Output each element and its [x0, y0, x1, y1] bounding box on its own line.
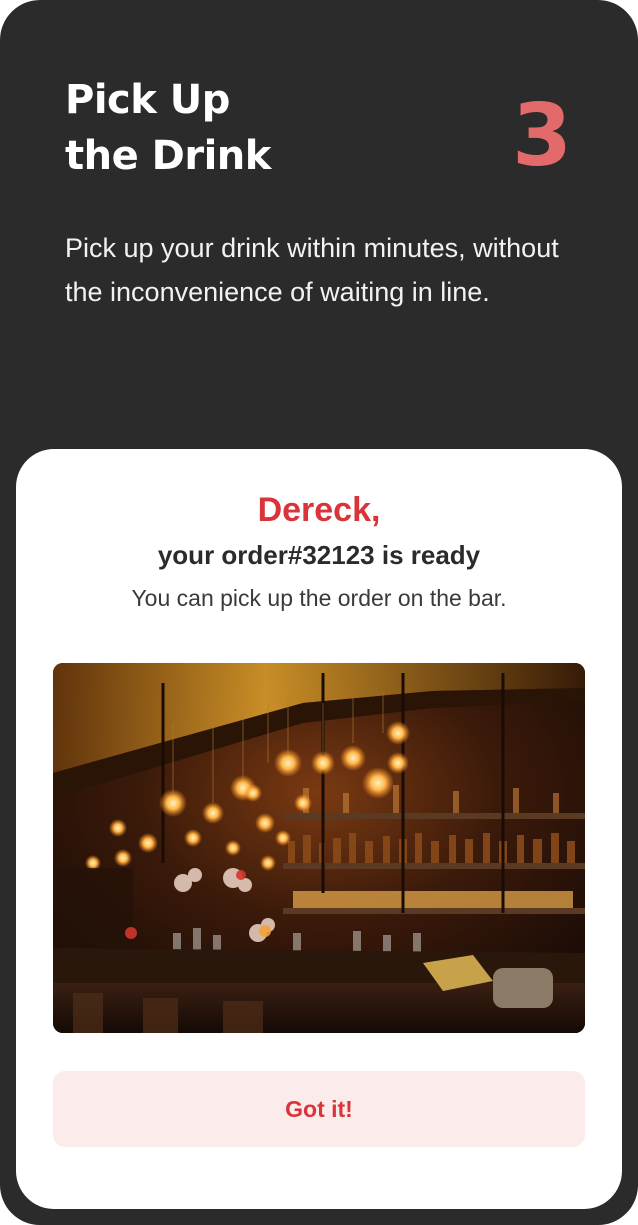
- bar-photo: [53, 663, 585, 1033]
- step-number: 3: [512, 86, 572, 186]
- onboarding-screen: Pick Up the Drink 3 Pick up your drink w…: [0, 0, 638, 1225]
- got-it-button[interactable]: Got it!: [53, 1071, 585, 1147]
- order-status: your order#32123 is ready: [157, 540, 481, 570]
- customer-greeting: Dereck,: [257, 491, 381, 529]
- pickup-note: You can pick up the order on the bar.: [131, 585, 507, 611]
- step-title-line-2: the Drink: [65, 133, 271, 179]
- step-title: Pick Up the Drink: [65, 72, 395, 184]
- step-title-line-1: Pick Up: [65, 77, 230, 123]
- step-description: Pick up your drink within minutes, witho…: [65, 233, 559, 307]
